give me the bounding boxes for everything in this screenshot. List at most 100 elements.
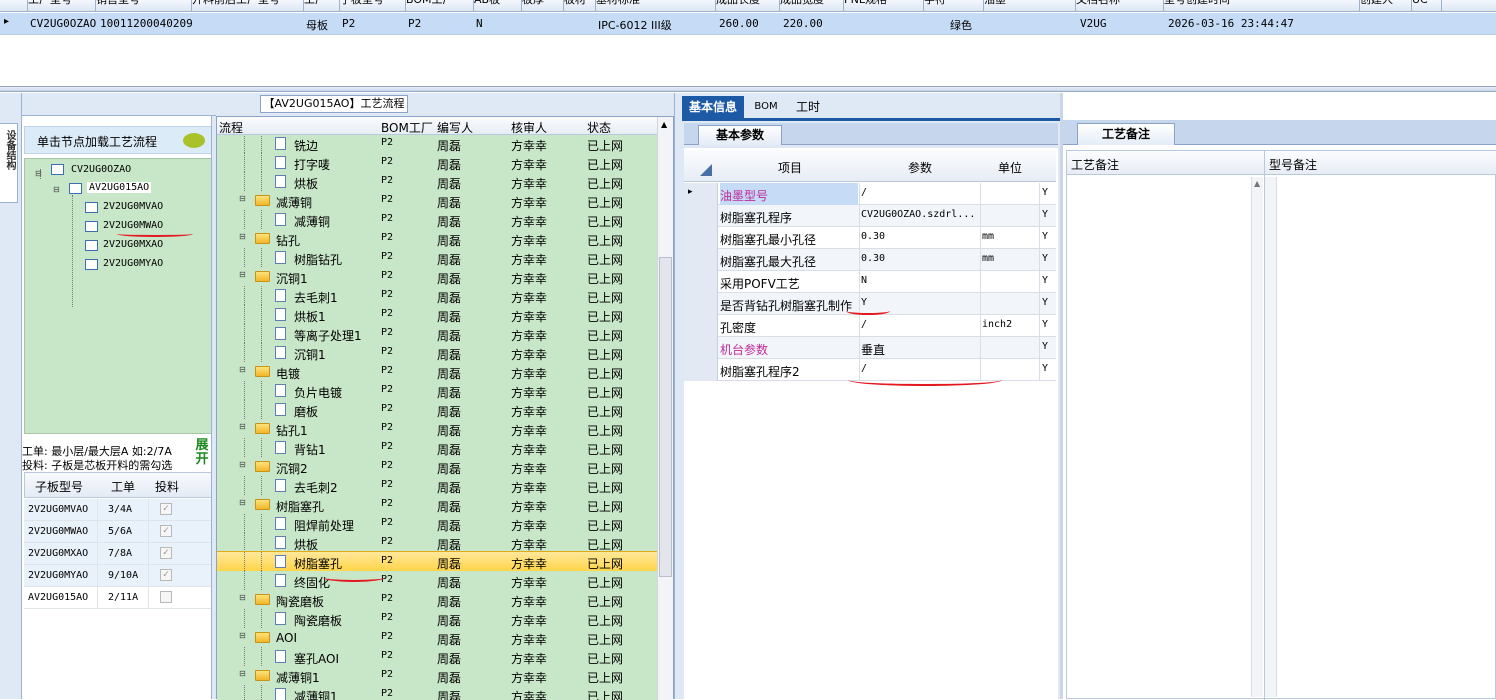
row-header[interactable]	[684, 359, 718, 381]
row-header[interactable]	[684, 293, 718, 315]
flow-row[interactable]: ⊟ 减薄铜 P2 周磊 方幸幸 已上网	[217, 191, 657, 210]
flow-row[interactable]: ⊟ 树脂塞孔 P2 周磊 方幸幸 已上网	[217, 495, 657, 514]
flow-row[interactable]: 终固化 P2 周磊 方幸幸 已上网	[217, 571, 657, 590]
top-header[interactable]: 销售型号	[96, 0, 192, 12]
top-header[interactable]: AB板	[474, 0, 522, 12]
feed-checkbox[interactable]: ✓	[160, 547, 172, 559]
flow-row[interactable]: 磨板 P2 周磊 方幸幸 已上网	[217, 400, 657, 419]
flow-row[interactable]: ⊟ 钻孔 P2 周磊 方幸幸 已上网	[217, 229, 657, 248]
flow-row[interactable]: ⊟ 减薄铜1 P2 周磊 方幸幸 已上网	[217, 666, 657, 685]
feed-checkbox[interactable]: ✓	[160, 569, 172, 581]
flow-row[interactable]: ⊟ 陶瓷磨板 P2 周磊 方幸幸 已上网	[217, 590, 657, 609]
top-header[interactable]: PNL规格	[844, 0, 924, 12]
load-flow-button[interactable]: 单击节点加载工艺流程	[24, 126, 212, 154]
param-row[interactable]: 机台参数 垂直 Y	[684, 337, 1056, 359]
col-header[interactable]: 工单	[111, 478, 135, 495]
tree-node[interactable]: 2V2UG0MVAO	[103, 201, 163, 212]
col-header[interactable]: 投料	[155, 478, 179, 495]
collapse-icon[interactable]: ⊟	[239, 270, 246, 279]
param-value[interactable]: 0.30	[861, 253, 979, 264]
param-row[interactable]: ▸ 油墨型号 / Y	[684, 183, 1056, 205]
flow-row[interactable]: 负片电镀 P2 周磊 方幸幸 已上网	[217, 381, 657, 400]
top-header[interactable]: 子板型号	[340, 0, 406, 12]
param-row[interactable]: 树脂塞孔最大孔径 0.30 mm Y	[684, 249, 1056, 271]
flow-row[interactable]: 陶瓷磨板 P2 周磊 方幸幸 已上网	[217, 609, 657, 628]
top-header[interactable]: 板厚	[522, 0, 564, 12]
col-header[interactable]: 单位	[998, 159, 1022, 176]
tab-basic-info[interactable]: 基本信息	[682, 96, 744, 118]
horizontal-splitter[interactable]	[0, 86, 1496, 92]
collapse-icon[interactable]: ⊟	[239, 460, 246, 469]
flow-row[interactable]: ⊟ 沉铜1 P2 周磊 方幸幸 已上网	[217, 267, 657, 286]
top-header[interactable]: 成品长度	[716, 0, 780, 12]
top-header[interactable]: 板材	[564, 0, 596, 12]
col-header[interactable]: 型号备注	[1269, 156, 1317, 173]
param-row[interactable]: 树脂塞孔程序 CV2UG0OZAO.szdrl... Y	[684, 205, 1056, 227]
flow-row[interactable]: 沉铜1 P2 周磊 方幸幸 已上网	[217, 343, 657, 362]
row-header[interactable]	[684, 227, 718, 249]
flow-row[interactable]: 铣边 P2 周磊 方幸幸 已上网	[217, 135, 657, 153]
top-header[interactable]: 工厂型号	[28, 0, 96, 12]
sub-grid-row[interactable]: 2V2UG0MYAO 9/10A ✓	[24, 565, 212, 587]
flow-row[interactable]: 等离子处理1 P2 周磊 方幸幸 已上网	[217, 324, 657, 343]
param-value[interactable]: /	[861, 363, 979, 374]
collapse-icon[interactable]: ⊟	[239, 669, 246, 678]
row-header[interactable]	[684, 271, 718, 293]
feed-checkbox[interactable]: ✓	[160, 503, 172, 515]
tree-node-selected[interactable]: AV2UG015AO	[87, 182, 152, 193]
tree-node[interactable]: 2V2UG0MWAO	[103, 220, 163, 231]
top-header[interactable]: 成品宽度	[780, 0, 844, 12]
top-grid-row[interactable]: ▸ CV2UG0OZAO 10011200040209 母板 P2 P2 N I…	[0, 13, 1496, 35]
col-header[interactable]: 参数	[908, 159, 932, 176]
param-value[interactable]: /	[861, 187, 979, 198]
row-header[interactable]	[684, 249, 718, 271]
notes-scrollbar[interactable]: ▲	[1251, 177, 1263, 697]
param-row[interactable]: 树脂塞孔最小孔径 0.30 mm Y	[684, 227, 1056, 249]
flow-row[interactable]: 烘板1 P2 周磊 方幸幸 已上网	[217, 305, 657, 324]
sub-grid-row[interactable]: 2V2UG0MVAO 3/4A ✓	[24, 499, 212, 521]
flow-row[interactable]: ⊟ 沉铜2 P2 周磊 方幸幸 已上网	[217, 457, 657, 476]
collapse-icon[interactable]: ⊟	[239, 498, 246, 507]
flow-row[interactable]: 塞孔AOI P2 周磊 方幸幸 已上网	[217, 647, 657, 666]
collapse-icon[interactable]: ⊟	[53, 185, 60, 194]
flow-row[interactable]: 烘板 P2 周磊 方幸幸 已上网	[217, 533, 657, 552]
tab-process-notes[interactable]: 工艺备注	[1077, 123, 1175, 145]
tab-work-hours[interactable]: 工时	[788, 96, 828, 118]
top-header[interactable]: 型号创建时间	[1164, 0, 1360, 12]
collapse-icon[interactable]: ⊟	[239, 194, 246, 203]
tree-node[interactable]: 2V2UG0MYAO	[103, 258, 163, 269]
tree-node[interactable]: CV2UG0OZAO	[71, 164, 131, 175]
row-header[interactable]	[684, 205, 718, 227]
sub-grid-row[interactable]: 2V2UG0MXAO 7/8A ✓	[24, 543, 212, 565]
top-header[interactable]: 字符	[924, 0, 984, 12]
param-value[interactable]: 0.30	[861, 231, 979, 242]
flow-row[interactable]: 去毛刺2 P2 周磊 方幸幸 已上网	[217, 476, 657, 495]
sub-grid-row[interactable]: AV2UG015AO 2/11A	[24, 587, 212, 609]
expand-button[interactable]: 展开	[192, 439, 212, 471]
top-header[interactable]: 基材标准	[596, 0, 716, 12]
flow-row[interactable]: 树脂钻孔 P2 周磊 方幸幸 已上网	[217, 248, 657, 267]
top-header[interactable]: 文档名称	[1076, 0, 1164, 12]
top-header[interactable]: UC	[1412, 0, 1442, 12]
feed-checkbox[interactable]: ✓	[160, 525, 172, 537]
scroll-thumb[interactable]	[659, 257, 672, 577]
top-header[interactable]: 开料前后工厂型号	[192, 0, 304, 12]
param-value[interactable]: Y	[861, 297, 979, 308]
scroll-up-icon[interactable]: ▲	[1254, 179, 1260, 188]
row-header[interactable]	[684, 337, 718, 359]
select-all-corner-icon[interactable]	[700, 164, 712, 176]
vertical-scrollbar[interactable]: ▲	[657, 117, 673, 700]
flow-title-tab[interactable]: 【AV2UG015AO】工艺流程	[260, 95, 408, 113]
flow-row[interactable]: 背钻1 P2 周磊 方幸幸 已上网	[217, 438, 657, 457]
collapse-icon[interactable]: ⊟	[239, 232, 246, 241]
top-header[interactable]: 工厂	[304, 0, 340, 12]
flow-row[interactable]: 烘板 P2 周磊 方幸幸 已上网	[217, 172, 657, 191]
flow-row[interactable]: 打字唛 P2 周磊 方幸幸 已上网	[217, 153, 657, 172]
col-header[interactable]: 工艺备注	[1071, 156, 1119, 173]
col-header[interactable]: 流程	[219, 119, 243, 136]
flow-row[interactable]: 阻焊前处理 P2 周磊 方幸幸 已上网	[217, 514, 657, 533]
row-header[interactable]: ▸	[684, 183, 718, 205]
col-header[interactable]: 状态	[587, 119, 611, 136]
col-header[interactable]: 核审人	[511, 119, 547, 136]
collapse-icon[interactable]: ⊟	[239, 422, 246, 431]
